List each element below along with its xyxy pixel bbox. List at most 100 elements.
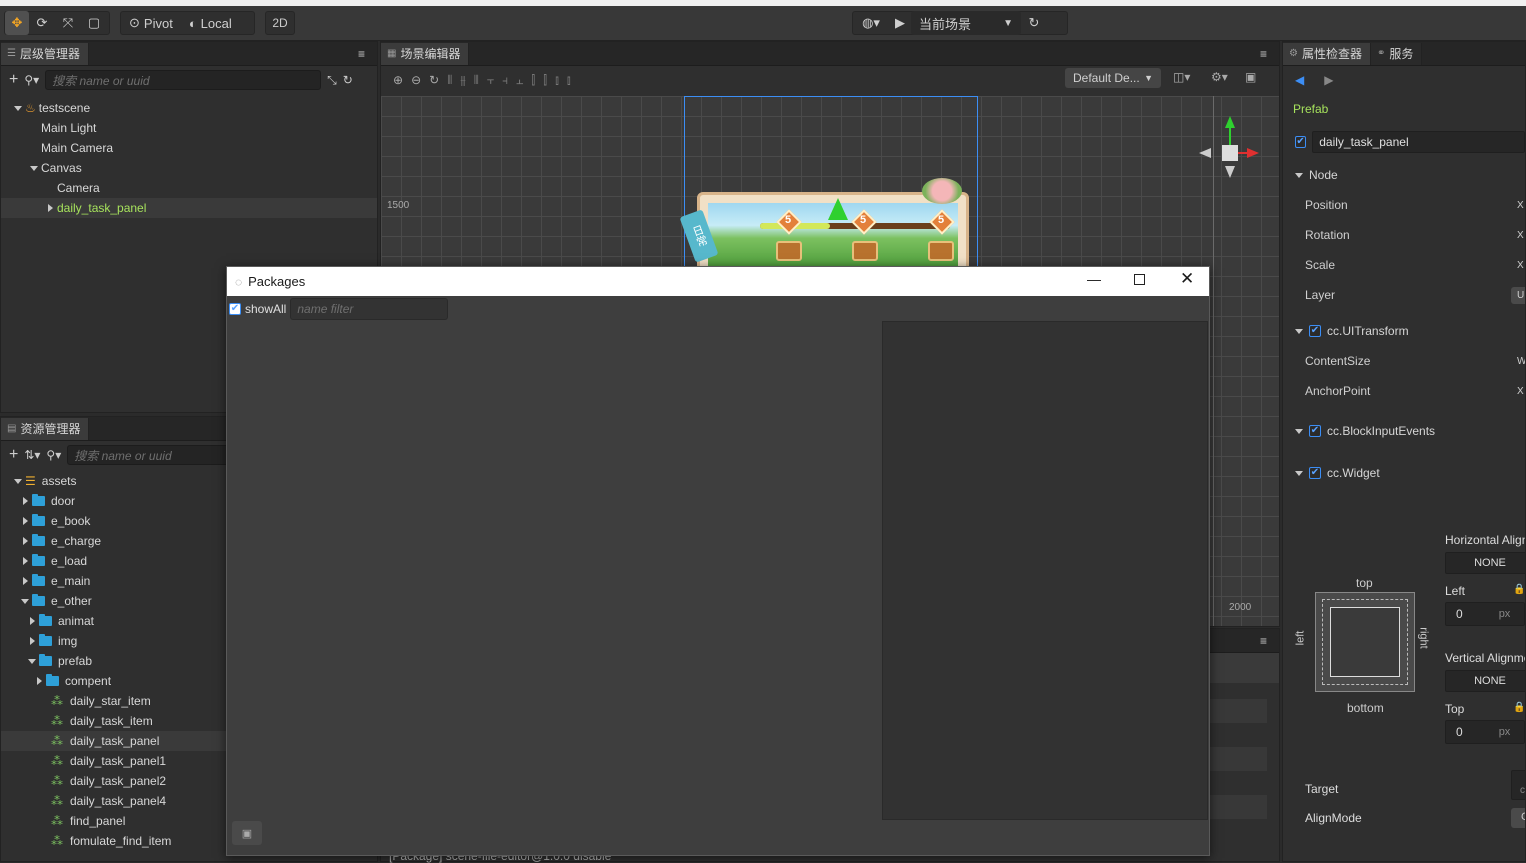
orientation-gizmo[interactable]: [1199, 116, 1259, 182]
layout-icon[interactable]: ▣: [1245, 70, 1256, 84]
tab-assets[interactable]: ▤ 资源管理器: [1, 417, 90, 440]
name-filter-input[interactable]: name filter: [290, 298, 449, 320]
chevron-down-icon[interactable]: [27, 165, 41, 171]
move-tool-icon[interactable]: ✥: [5, 11, 29, 35]
align-left-icon[interactable]: ⫴: [447, 73, 452, 88]
dialog-titlebar[interactable]: ◌ Packages — ✕: [227, 267, 1209, 296]
hierarchy-search-input[interactable]: 搜索 name or uuid: [45, 70, 322, 90]
zoom-out-icon[interactable]: ⊖: [411, 73, 421, 87]
y-axis-arrow-icon[interactable]: [828, 198, 848, 220]
chevron-down-icon[interactable]: [25, 658, 39, 664]
refresh-icon[interactable]: ↻: [343, 73, 353, 87]
zoom-in-icon[interactable]: ⊕: [393, 73, 403, 87]
chevron-right-icon[interactable]: [25, 637, 39, 645]
left-offset-input[interactable]: 0 px: [1445, 602, 1525, 626]
chevron-right-icon[interactable]: [18, 497, 32, 505]
target-node-field[interactable]: c: [1511, 770, 1525, 800]
tab-service[interactable]: ⚭ 服务: [1370, 42, 1423, 65]
hierarchy-item[interactable]: Main Camera: [1, 138, 377, 158]
align-top-icon[interactable]: ⫟: [487, 73, 494, 88]
scene-select[interactable]: 当前场景 ▼: [911, 11, 1021, 35]
hierarchy-item-label: Camera: [57, 181, 100, 195]
widget-header[interactable]: ✔ cc.Widget: [1283, 458, 1525, 488]
folder-icon: [39, 614, 52, 626]
forward-arrow-icon[interactable]: ▶: [1324, 73, 1333, 87]
horizontal-align-select[interactable]: NONE: [1445, 552, 1525, 574]
save-icon[interactable]: ▣: [232, 821, 262, 845]
vertical-align-select[interactable]: NONE: [1445, 670, 1525, 692]
pivot-button[interactable]: ⊙ Pivot: [121, 11, 181, 35]
chevron-down-icon[interactable]: [11, 105, 25, 111]
blockinput-header[interactable]: ✔ cc.BlockInputEvents: [1283, 416, 1525, 446]
panel-menu-icon[interactable]: ≡: [358, 47, 365, 61]
hierarchy-item[interactable]: Main Light: [1, 118, 377, 138]
back-arrow-icon[interactable]: ◀: [1295, 73, 1304, 87]
component-enabled-checkbox[interactable]: ✔: [1309, 467, 1321, 479]
chevron-right-icon[interactable]: [18, 557, 32, 565]
layer-select[interactable]: U: [1511, 286, 1525, 304]
rect-tool-icon[interactable]: ▢: [81, 11, 107, 35]
reset-view-icon[interactable]: ↻: [429, 73, 439, 87]
show-all-checkbox[interactable]: ✔: [229, 303, 241, 315]
chest-icon: [928, 241, 954, 261]
chevron-right-icon[interactable]: [18, 517, 32, 525]
alignmode-select[interactable]: C: [1511, 808, 1525, 828]
refresh-icon[interactable]: ↻: [1021, 11, 1047, 35]
platform-globe-icon[interactable]: ◍▾: [853, 11, 889, 35]
mode-2d-button[interactable]: 2D: [265, 11, 295, 35]
search-icon[interactable]: ⚲▾: [46, 448, 61, 462]
align-bottom-icon[interactable]: ⫠: [516, 73, 523, 88]
scale-tool-icon[interactable]: ⤧: [55, 11, 81, 35]
minimize-icon[interactable]: —: [1087, 271, 1101, 287]
gear-icon[interactable]: ⚙▾: [1211, 70, 1228, 84]
lock-icon[interactable]: 🔒: [1513, 702, 1525, 713]
node-section-header[interactable]: Node: [1283, 160, 1525, 190]
panel-menu-icon[interactable]: ≡: [1260, 634, 1267, 648]
chevron-right-icon[interactable]: [18, 537, 32, 545]
align-center-icon[interactable]: ⫵: [460, 73, 466, 88]
chevron-right-icon[interactable]: [32, 677, 46, 685]
chevron-down-icon[interactable]: [18, 598, 32, 604]
horizontal-align-label: Horizontal Align: [1445, 533, 1526, 547]
hierarchy-item[interactable]: Canvas: [1, 158, 377, 178]
rotate-tool-icon[interactable]: ⟳: [29, 11, 55, 35]
folder-icon: [39, 634, 52, 646]
prefab-icon: ⁂: [51, 714, 63, 728]
node-active-checkbox[interactable]: ✔: [1295, 136, 1307, 148]
widget-alignment-box[interactable]: [1315, 592, 1415, 692]
component-enabled-checkbox[interactable]: ✔: [1309, 325, 1321, 337]
align-middle-icon[interactable]: ⫞: [502, 73, 508, 88]
tab-hierarchy[interactable]: ☰ 层级管理器: [1, 42, 89, 65]
camera-select[interactable]: Default De... ▼: [1065, 68, 1161, 88]
lock-icon[interactable]: 🔒: [1513, 584, 1525, 595]
local-button[interactable]: ◐ Local: [181, 11, 240, 35]
hierarchy-item[interactable]: ♨ testscene: [1, 98, 377, 118]
play-icon[interactable]: ▶: [889, 11, 911, 35]
sort-icon[interactable]: ⇅▾: [24, 448, 40, 462]
chevron-right-icon[interactable]: [18, 577, 32, 585]
panel-menu-icon[interactable]: ≡: [1260, 47, 1267, 61]
node-name-input[interactable]: daily_task_panel: [1312, 131, 1525, 153]
close-icon[interactable]: ✕: [1180, 269, 1194, 289]
hierarchy-item[interactable]: daily_task_panel: [1, 198, 377, 218]
add-icon[interactable]: +: [9, 446, 18, 464]
camera-icon[interactable]: ◫▾: [1173, 70, 1190, 84]
search-icon[interactable]: ⚲▾: [24, 73, 39, 87]
distribute-y-icon[interactable]: ⫾: [567, 73, 571, 88]
add-icon[interactable]: +: [9, 71, 18, 89]
uitransform-header[interactable]: ✔ cc.UITransform: [1283, 316, 1525, 346]
top-offset-input[interactable]: 0 px: [1445, 720, 1525, 744]
maximize-icon[interactable]: [1134, 274, 1145, 285]
hierarchy-item[interactable]: Camera: [1, 178, 377, 198]
distribute-v-icon[interactable]: ⫿: [543, 73, 547, 88]
distribute-h-icon[interactable]: ⫿: [531, 73, 535, 88]
chevron-right-icon[interactable]: [43, 204, 57, 212]
tab-inspector[interactable]: ⚙ 属性检查器: [1283, 42, 1371, 65]
component-enabled-checkbox[interactable]: ✔: [1309, 425, 1321, 437]
tab-scene[interactable]: ▦ 场景编辑器: [381, 42, 470, 65]
align-right-icon[interactable]: ⫴: [474, 73, 479, 88]
collapse-all-icon[interactable]: ⤡: [327, 73, 337, 88]
distribute-x-icon[interactable]: ⫾: [555, 73, 559, 88]
chevron-down-icon[interactable]: [11, 478, 25, 484]
chevron-right-icon[interactable]: [25, 617, 39, 625]
